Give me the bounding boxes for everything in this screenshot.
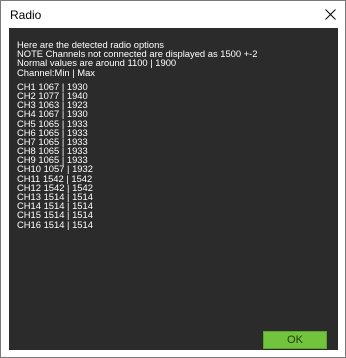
radio-info-text: Here are the detected radio options NOTE… (17, 40, 332, 229)
close-button[interactable] (315, 1, 345, 28)
channel-line: CH16 1514 | 1514 (17, 218, 93, 230)
intro-line: Channel:Min | Max (17, 66, 95, 78)
ok-button[interactable]: OK (263, 331, 327, 349)
window-title: Radio (10, 8, 42, 22)
radio-dialog: Radio Here are the detected radio option… (0, 0, 346, 358)
close-icon (324, 9, 336, 20)
dialog-body: Here are the detected radio options NOTE… (9, 28, 338, 350)
title-bar[interactable]: Radio (1, 1, 345, 28)
